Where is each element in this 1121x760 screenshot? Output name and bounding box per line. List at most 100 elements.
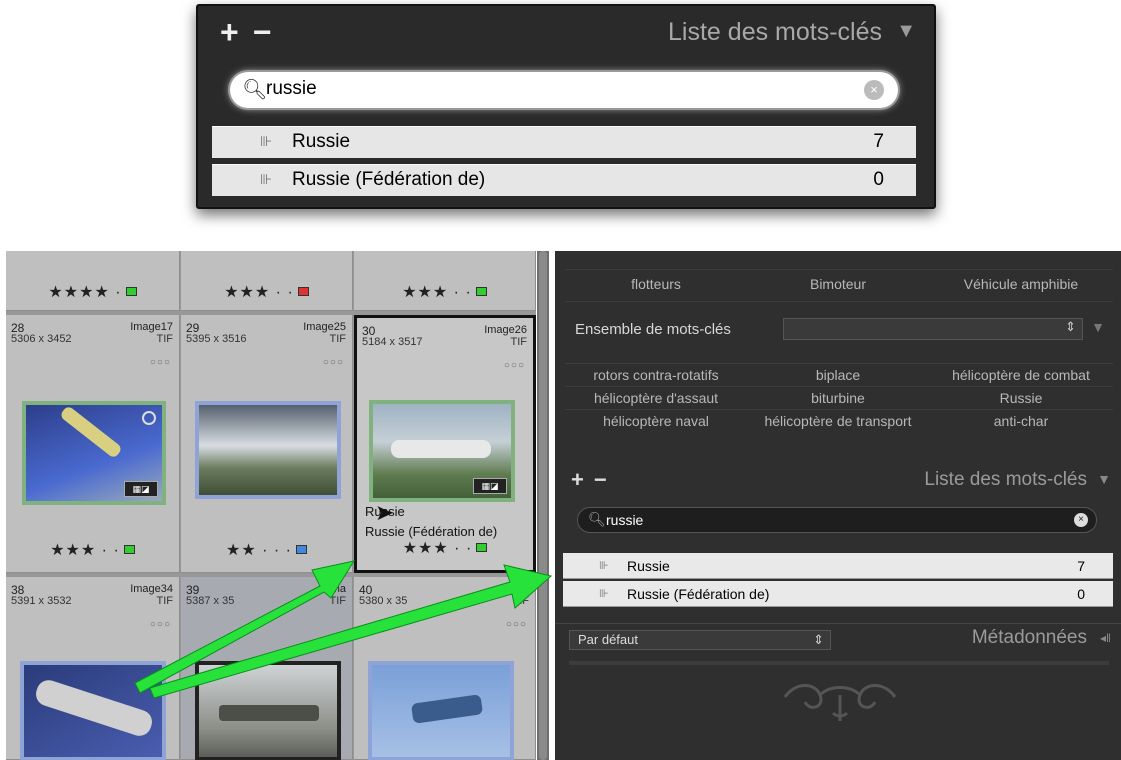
clear-search-icon[interactable]: × <box>864 80 884 100</box>
cell-filename: Im <box>516 583 529 595</box>
metadata-preset-select[interactable]: Par défaut ⇕ <box>569 630 831 650</box>
select-chevron-icon: ⇕ <box>1065 319 1076 334</box>
grid-cell-selected[interactable]: 30 Image26 5184 x 3517 TIF ○○○ ▦◪ Russie… <box>354 315 536 573</box>
badge-icon: ▦◪ <box>473 478 507 494</box>
photo-thumbnail-tornado[interactable] <box>195 661 341 760</box>
cell-dimensions: 5391 x 3532 <box>11 595 72 607</box>
cell-dots: ○○○ <box>149 357 171 368</box>
add-remove-keyword-buttons[interactable]: +− <box>220 14 285 51</box>
cell-dimensions: 5184 x 3517 <box>362 336 423 348</box>
thumbnail-grid: ★★★★ · ★★★ · · ★★★ · · 28 Image17 5306 x… <box>6 251 536 760</box>
keyword-set-item[interactable]: biturbine <box>747 386 929 408</box>
keyword-suggestion[interactable]: flotteurs <box>565 273 747 295</box>
cell-dimensions: 5387 x 35 <box>186 595 235 607</box>
keyword-name: Russie (Fédération de) <box>627 586 770 602</box>
keyword-set-item[interactable]: hélicoptère de transport <box>747 409 929 431</box>
keyword-name: Russie <box>292 131 351 152</box>
collapse-triangle-icon[interactable]: ▼ <box>1091 319 1105 335</box>
metadata-title: Métadonnées <box>971 627 1087 648</box>
expand-arrow-icon[interactable]: ⊪ <box>260 171 272 188</box>
keyword-set-item[interactable]: Russie <box>929 386 1113 408</box>
metadata-collapse-icon[interactable]: ◂ǁ <box>1100 631 1111 645</box>
clear-search-icon[interactable]: × <box>1074 513 1088 527</box>
cell-filename: Image17 <box>130 321 173 333</box>
keyword-name: Russie <box>627 558 670 574</box>
keyword-list-title: Liste des mots-clés <box>924 469 1087 490</box>
grid-cell[interactable]: 29 Image25 5395 x 3516 TIF ○○○ ★★ · · · <box>181 315 353 573</box>
cell-extension: TIF <box>512 595 530 607</box>
metadata-divider <box>569 661 1109 665</box>
keyword-row[interactable]: ⊪ Russie (Fédération de) 0 <box>563 581 1113 607</box>
keyword-count: 7 <box>873 131 884 152</box>
keyword-row[interactable]: ⊪ Russie 7 <box>563 553 1113 579</box>
collapse-triangle-icon[interactable]: ▼ <box>1097 471 1111 487</box>
cell-extension: TIF <box>156 595 174 607</box>
keyword-set-item[interactable]: hélicoptère naval <box>565 409 747 431</box>
grid-cell[interactable]: ★★★ · · <box>354 251 536 311</box>
lightroom-screenshot: ★★★★ · ★★★ · · ★★★ · · 28 Image17 5306 x… <box>6 251 1121 760</box>
keyword-list-header: +− Liste des mots-clés ▼ <box>555 465 1121 495</box>
cell-dots: ○○○ <box>503 360 525 371</box>
cell-dimensions: 5306 x 3452 <box>11 333 72 345</box>
keyword-set-label: Ensemble de mots-clés <box>575 321 731 338</box>
rating-stars: ★★★ · · <box>402 540 473 557</box>
cell-filename: Image25 <box>303 321 346 333</box>
expand-arrow-icon[interactable]: ⊪ <box>260 133 272 150</box>
keyword-row[interactable]: ⊪ Russie (Fédération de) 0 <box>212 164 916 196</box>
color-label-blue <box>296 545 307 554</box>
collapse-triangle-icon[interactable]: ▼ <box>896 20 916 43</box>
add-keyword-button[interactable]: + <box>220 14 253 50</box>
rating-stars: ★★★★ · <box>48 284 122 301</box>
photo-thumbnail-jet-cockpit[interactable]: ▦◪ <box>369 400 515 502</box>
rating-stars: ★★ · · · <box>225 542 292 559</box>
metadata-preset-value: Par défaut <box>578 632 638 647</box>
keyword-set-item[interactable]: hélicoptère d'assaut <box>565 386 747 408</box>
color-label-green <box>476 543 488 552</box>
remove-keyword-button[interactable]: − <box>253 14 286 50</box>
keyword-suggestion[interactable]: Véhicule amphibie <box>929 273 1113 295</box>
cell-dots: ○○○ <box>149 619 171 630</box>
select-chevron-icon: ⇕ <box>813 632 824 647</box>
color-label-red <box>297 287 309 296</box>
photo-thumbnail-jet[interactable]: ▦◪ <box>22 401 166 505</box>
keyword-set-item[interactable]: hélicoptère de combat <box>929 363 1113 385</box>
metadata-header: Par défaut ⇕ Métadonnées ◂ǁ <box>555 623 1121 653</box>
grid-cell[interactable]: 40 Im 5380 x 35 TIF ○○○ <box>354 577 536 760</box>
cell-filename: Image34 <box>130 583 173 595</box>
keyword-set-item[interactable]: biplace <box>747 363 929 385</box>
keyword-list-callout: +− Liste des mots-clés ▼ 🔍︎ russie × ⊪ R… <box>196 4 936 209</box>
add-remove-keyword-buttons[interactable]: +− <box>571 467 617 493</box>
cell-dimensions: 5395 x 3516 <box>186 333 247 345</box>
grid-cell[interactable]: ★★★ · · <box>181 251 353 311</box>
grid-cell[interactable]: ★★★★ · <box>6 251 180 311</box>
grid-cell[interactable]: 39 Ima 5387 x 35 TIF <box>181 577 353 760</box>
cell-dots: ○○○ <box>505 619 527 630</box>
keyword-count: 0 <box>873 169 884 190</box>
search-icon: 🔍︎ <box>588 511 606 527</box>
color-label-green <box>125 287 137 296</box>
rating-stars: ★★★ · · <box>224 284 294 301</box>
photo-thumbnail-fighter[interactable] <box>368 661 514 760</box>
cell-extension: TIF <box>156 333 174 345</box>
keyword-set-select[interactable]: ⇕ <box>783 318 1083 340</box>
keyword-set-item[interactable]: rotors contra-rotatifs <box>565 363 747 385</box>
grid-scrollbar[interactable] <box>537 251 549 760</box>
photo-thumbnail-smoke[interactable] <box>195 401 341 499</box>
grid-cell[interactable]: 28 Image17 5306 x 3452 TIF ○○○ ▦◪ ★★★ · … <box>6 315 180 573</box>
keyword-search-value: russie <box>266 78 317 99</box>
keyword-search-field[interactable]: 🔍︎ russie × <box>230 72 898 108</box>
keyword-search-value: russie <box>606 512 644 528</box>
photo-thumbnail-airliner[interactable] <box>20 661 166 760</box>
keyword-set-item[interactable]: anti-char <box>929 409 1113 431</box>
keyword-suggestion[interactable]: Bimoteur <box>747 273 929 295</box>
grid-cell[interactable]: 38 Image34 5391 x 3532 TIF ○○○ <box>6 577 180 760</box>
search-icon: 🔍︎ <box>242 79 268 101</box>
expand-arrow-icon[interactable]: ⊪ <box>599 559 609 572</box>
cell-filename: Ima <box>327 583 346 595</box>
expand-arrow-icon[interactable]: ⊪ <box>599 587 609 600</box>
cursor-icon: ➤ <box>375 500 394 525</box>
keyword-search-field[interactable]: 🔍︎ russie × <box>577 507 1097 533</box>
cell-extension: TIF <box>329 333 347 345</box>
color-label-green <box>475 287 487 296</box>
keyword-row[interactable]: ⊪ Russie 7 <box>212 126 916 158</box>
